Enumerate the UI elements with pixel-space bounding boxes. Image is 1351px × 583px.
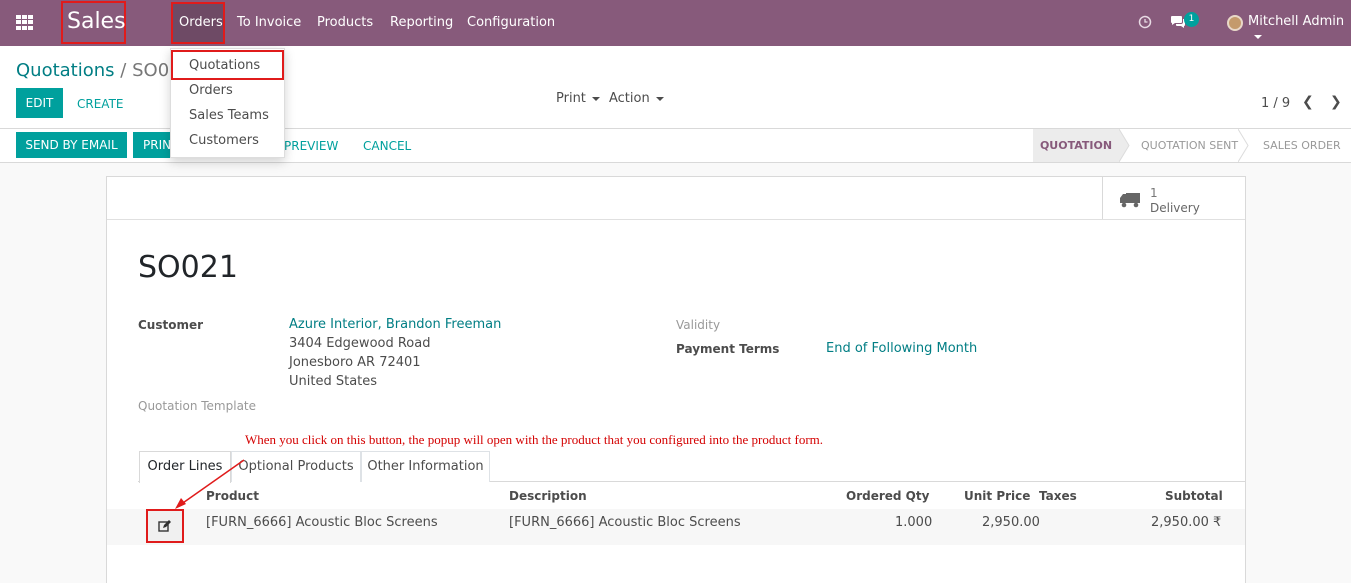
status-bar: QUOTATION QUOTATION SENT SALES ORDER [1033, 129, 1351, 162]
dropdown-item-orders[interactable]: Orders [189, 83, 233, 98]
cell-subtotal: 2,950.00 ₹ [1151, 515, 1222, 530]
activity-clock-icon[interactable] [1138, 15, 1152, 29]
divider [107, 219, 1245, 220]
preview-button[interactable]: PREVIEW [284, 139, 338, 153]
dropdown-item-sales-teams[interactable]: Sales Teams [189, 108, 269, 123]
address-line: Jonesboro AR 72401 [289, 355, 421, 370]
status-quotation-sent[interactable]: QUOTATION SENT [1141, 129, 1238, 162]
column-header-unit-price[interactable]: Unit Price [964, 489, 1030, 503]
status-separator [1238, 129, 1249, 162]
annotation-note: When you click on this button, the popup… [245, 432, 824, 447]
tab-other-information[interactable]: Other Information [361, 451, 490, 482]
status-sales-order[interactable]: SALES ORDER [1263, 129, 1341, 162]
avatar[interactable] [1227, 15, 1243, 31]
column-header-taxes[interactable]: Taxes [1039, 489, 1077, 503]
create-button[interactable]: CREATE [77, 97, 124, 111]
menu-reporting[interactable]: Reporting [390, 15, 453, 30]
user-name: Mitchell Admin [1248, 14, 1345, 29]
breadcrumb: Quotations / SO02 [16, 60, 181, 81]
delivery-count: 1 [1150, 186, 1158, 200]
messages-count-badge: 1 [1184, 12, 1199, 27]
payment-terms-value[interactable]: End of Following Month [826, 341, 977, 356]
menu-to-invoice[interactable]: To Invoice [237, 15, 301, 30]
delivery-label: Delivery [1150, 201, 1200, 215]
customer-label: Customer [138, 318, 204, 332]
cell-product: [FURN_6666] Acoustic Bloc Screens [206, 515, 438, 530]
print-dropdown[interactable]: Print [556, 91, 600, 106]
menu-configuration[interactable]: Configuration [467, 15, 555, 30]
breadcrumb-quotations[interactable]: Quotations [16, 60, 115, 81]
pager-previous-icon[interactable]: ❮ [1302, 94, 1314, 110]
send-by-email-button[interactable]: SEND BY EMAIL [16, 132, 127, 158]
action-label: Action [609, 91, 650, 106]
tab-order-lines[interactable]: Order Lines [139, 451, 231, 483]
tab-optional-products[interactable]: Optional Products [231, 451, 361, 482]
action-dropdown[interactable]: Action [609, 91, 664, 106]
app-brand[interactable]: Sales [67, 9, 126, 34]
cell-unit-price: 2,950.00 [982, 515, 1040, 530]
address-line: United States [289, 374, 378, 389]
apps-grid-icon[interactable] [16, 15, 33, 30]
column-header-product[interactable]: Product [206, 489, 259, 503]
column-header-description[interactable]: Description [509, 489, 587, 503]
cell-ordered-qty: 1.000 [895, 515, 933, 530]
menu-products[interactable]: Products [317, 15, 373, 30]
dropdown-item-quotations[interactable]: Quotations [189, 58, 260, 73]
edit-button[interactable]: EDIT [16, 88, 63, 118]
chevron-down-icon [655, 96, 664, 101]
validity-label: Validity [676, 318, 721, 332]
cell-description: [FURN_6666] Acoustic Bloc Screens [509, 515, 741, 530]
user-menu[interactable]: Mitchell Admin [1248, 14, 1351, 44]
pager-value[interactable]: 1 / 9 [1261, 96, 1290, 111]
breadcrumb-separator: / [120, 60, 127, 81]
edit-icon [158, 520, 171, 532]
pager-next-icon[interactable]: ❯ [1330, 94, 1342, 110]
cancel-button[interactable]: CANCEL [363, 139, 411, 153]
payment-terms-label: Payment Terms [676, 342, 780, 356]
chevron-down-icon [591, 96, 600, 101]
dropdown-item-customers[interactable]: Customers [189, 133, 259, 148]
column-header-subtotal[interactable]: Subtotal [1165, 489, 1223, 503]
print-label: Print [556, 91, 586, 106]
status-separator [1119, 129, 1130, 162]
truck-icon [1120, 193, 1140, 208]
page-title: SO021 [138, 250, 238, 285]
column-header-ordered-qty[interactable]: Ordered Qty [846, 489, 929, 503]
customer-link[interactable]: Azure Interior, Brandon Freeman [289, 317, 501, 332]
status-quotation[interactable]: QUOTATION [1033, 129, 1119, 162]
address-line: 3404 Edgewood Road [289, 336, 431, 351]
quotation-template-label: Quotation Template [138, 399, 257, 413]
menu-orders[interactable]: Orders [179, 15, 223, 30]
